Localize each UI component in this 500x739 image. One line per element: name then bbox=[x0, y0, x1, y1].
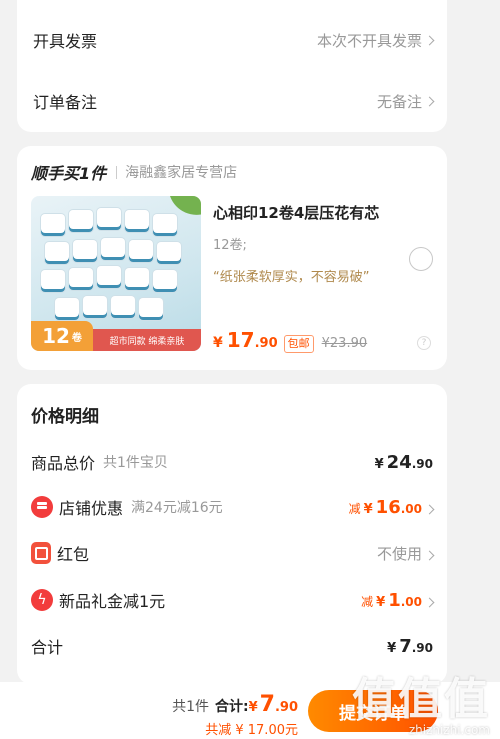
roll-graphic bbox=[73, 240, 97, 262]
total-label: 合计: bbox=[215, 699, 249, 715]
lightning-icon: ϟ bbox=[31, 589, 53, 611]
image-badge-number: 12 bbox=[42, 324, 70, 348]
discount-prefix: 减 bbox=[361, 594, 374, 609]
watermark-logo: 值值值 bbox=[352, 674, 490, 725]
amount-integer: 16 bbox=[375, 496, 401, 518]
new-gift-row[interactable]: ϟ 新品礼金减1元 减 ¥ 1 .00 bbox=[17, 584, 447, 616]
addon-header: 顺手买1件 海融鑫家居专营店 bbox=[31, 160, 237, 184]
invoice-row[interactable]: 开具发票 本次不开具发票 bbox=[17, 20, 447, 60]
chevron-right-icon bbox=[424, 597, 435, 607]
invoice-value: 本次不开具发票 bbox=[316, 30, 435, 51]
amount-decimal: .90 bbox=[411, 456, 433, 471]
chevron-right-icon bbox=[424, 550, 435, 560]
price-detail-card: 价格明细 商品总价 共1件宝贝 ¥ 24 .90 店铺优惠 满24元减16元 减… bbox=[17, 384, 447, 684]
chevron-right-icon bbox=[424, 504, 435, 514]
row-label: 红包 bbox=[57, 545, 90, 564]
price-integer: 17 bbox=[226, 328, 255, 352]
amount-decimal: .00 bbox=[400, 594, 422, 609]
invoice-label: 开具发票 bbox=[33, 32, 98, 51]
image-badge: 12 卷 bbox=[31, 321, 93, 351]
total-goods-row: 商品总价 共1件宝贝 ¥ 24 .90 bbox=[17, 446, 447, 478]
roll-graphic bbox=[153, 214, 177, 236]
product-review-quote: “纸张柔软厚实，不容易破” bbox=[213, 270, 370, 285]
roll-graphic bbox=[125, 268, 149, 290]
roll-graphic bbox=[41, 214, 65, 236]
store-icon bbox=[31, 496, 53, 518]
roll-graphic bbox=[97, 266, 121, 288]
chevron-right-icon bbox=[424, 35, 435, 45]
amount-decimal: .00 bbox=[400, 501, 422, 516]
roll-graphic bbox=[139, 298, 163, 320]
invoice-value-text: 本次不开具发票 bbox=[316, 31, 422, 50]
original-price: ¥23.90 bbox=[321, 336, 368, 351]
chevron-right-icon bbox=[424, 96, 435, 106]
product-price: ¥ 17 .90 包邮 ¥23.90 bbox=[213, 328, 367, 353]
price-decimal: .90 bbox=[254, 336, 278, 351]
remark-label: 订单备注 bbox=[33, 93, 98, 112]
image-badge-unit: 卷 bbox=[71, 332, 82, 344]
checkout-bar: 共1件 合计: ¥ 7 .90 共减 ¥ 17.00元 提交订单 值值值 zhi… bbox=[0, 677, 500, 739]
order-summary: 共1件 合计: ¥ 7 .90 共减 ¥ 17.00元 bbox=[172, 692, 298, 738]
order-options-card: 开具发票 本次不开具发票 订单备注 无备注 bbox=[17, 0, 447, 132]
roll-graphic bbox=[69, 268, 93, 290]
roll-graphic bbox=[97, 208, 121, 230]
red-packet-icon bbox=[31, 542, 51, 564]
total-decimal: .90 bbox=[274, 700, 298, 715]
roll-graphic bbox=[83, 296, 107, 318]
addon-title: 顺手买1件 bbox=[31, 164, 107, 183]
remark-row[interactable]: 订单备注 无备注 bbox=[17, 81, 447, 121]
roll-graphic bbox=[101, 238, 125, 260]
product-image[interactable]: 12 卷 超市同款 绵柔亲肤 bbox=[31, 196, 201, 351]
amount-currency: ¥ bbox=[374, 456, 384, 472]
remark-value: 无备注 bbox=[376, 91, 435, 112]
roll-graphic bbox=[125, 210, 149, 232]
discount-prefix: 减 bbox=[348, 501, 361, 516]
roll-graphic bbox=[45, 242, 69, 264]
row-sub: 共1件宝贝 bbox=[103, 455, 168, 471]
amount-decimal: .90 bbox=[411, 640, 433, 655]
price-detail-title: 价格明细 bbox=[31, 407, 99, 427]
product-spec[interactable]: 12卷; bbox=[213, 234, 247, 253]
help-icon[interactable]: ? bbox=[417, 336, 431, 350]
amount-integer: 24 bbox=[386, 451, 412, 473]
row-sub: 满24元减16元 bbox=[131, 500, 223, 516]
row-label: 店铺优惠 bbox=[59, 499, 124, 518]
row-label: 新品礼金减1元 bbox=[59, 592, 166, 611]
amount-integer: 1 bbox=[388, 589, 401, 611]
item-count: 共1件 bbox=[172, 699, 209, 715]
watermark: 值值值 zhizhizhi.com bbox=[352, 674, 490, 738]
roll-graphic bbox=[55, 298, 79, 320]
saved-amount: 共减 ¥ 17.00元 bbox=[205, 723, 298, 738]
total-currency: ¥ bbox=[248, 700, 258, 715]
addon-product-card: 顺手买1件 海融鑫家居专营店 12 卷 超市同款 绵柔亲肤 心相印12卷4层压花有… bbox=[17, 146, 447, 370]
price-currency: ¥ bbox=[213, 335, 223, 351]
roll-graphic bbox=[69, 210, 93, 232]
roll-graphic bbox=[157, 242, 181, 264]
roll-graphic bbox=[111, 296, 135, 318]
roll-graphic bbox=[129, 240, 153, 262]
row-label: 合计 bbox=[31, 638, 64, 657]
red-packet-row[interactable]: 红包 不使用 bbox=[17, 537, 447, 569]
remark-value-text: 无备注 bbox=[376, 92, 422, 111]
store-discount-row[interactable]: 店铺优惠 满24元减16元 减 ¥ 16 .00 bbox=[17, 491, 447, 523]
subtotal-row: 合计 ¥ 7 .90 bbox=[17, 630, 447, 662]
red-packet-value: 不使用 bbox=[376, 544, 422, 563]
amount-integer: 7 bbox=[399, 635, 412, 657]
select-addon-radio[interactable] bbox=[409, 247, 433, 271]
row-label: 商品总价 bbox=[31, 454, 96, 473]
amount-currency: ¥ bbox=[387, 640, 397, 656]
total-integer: 7 bbox=[259, 692, 275, 717]
amount-currency: ¥ bbox=[376, 594, 386, 610]
store-name[interactable]: 海融鑫家居专营店 bbox=[125, 162, 237, 182]
free-shipping-tag: 包邮 bbox=[283, 335, 314, 353]
roll-graphic bbox=[41, 270, 65, 292]
image-caption: 超市同款 绵柔亲肤 bbox=[93, 329, 201, 351]
divider bbox=[116, 165, 118, 179]
roll-graphic bbox=[153, 270, 177, 292]
amount-currency: ¥ bbox=[363, 501, 373, 517]
watermark-url: zhizhizhi.com bbox=[408, 723, 490, 737]
product-name[interactable]: 心相印12卷4层压花有芯 bbox=[213, 202, 379, 223]
